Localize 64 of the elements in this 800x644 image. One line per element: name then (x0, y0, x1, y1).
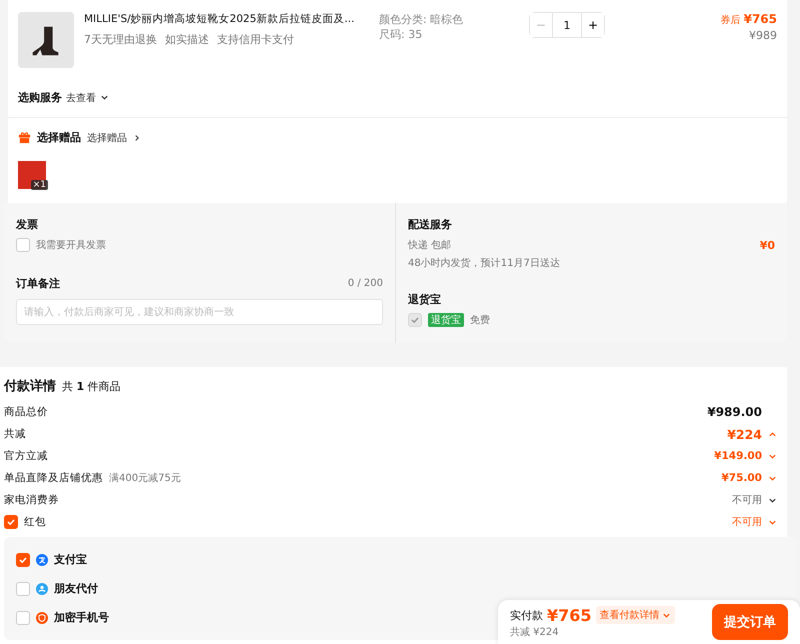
payment-method-name[interactable]: 支付宝 (54, 552, 87, 567)
view-services-link[interactable]: 去查看 (66, 90, 96, 104)
item-count: 共 1 件商品 (62, 379, 121, 394)
invoice-option-label[interactable]: 我需要开具发票 (36, 238, 106, 252)
checkbox[interactable] (16, 552, 30, 566)
delivery-title: 配送服务 (408, 217, 453, 232)
character-counter: 0 / 200 (348, 278, 383, 289)
payment-row-label: 商品总价 (4, 405, 48, 419)
payment-row-label: 家电消费券 (4, 493, 59, 507)
chevron-up-icon[interactable] (768, 430, 777, 438)
payment-row-amount: ¥149.00 (714, 450, 762, 462)
service-label: 选购服务 (18, 90, 62, 105)
checkbox[interactable] (16, 238, 30, 252)
checkmark-icon (410, 315, 420, 325)
order-note-field[interactable]: 请输入，付款后商家可见，建议和商家协商一致 (16, 299, 383, 325)
chevron-down-icon[interactable] (100, 93, 109, 102)
payment-details-title: 付款详情 (4, 378, 56, 395)
checkmark-icon (18, 554, 28, 564)
promotion-note: 满400元减75元 (109, 472, 181, 485)
service-tag: 支持信用卡支付 (217, 32, 294, 47)
total-discount: 共减 ¥224 (510, 626, 560, 638)
payment-row-amount: 不可用 (732, 516, 762, 529)
payment-row-label: 单品直降及店铺优惠 (4, 471, 103, 485)
delivery-method: 快递 包邮 (408, 238, 452, 252)
gift-thumbnail[interactable]: ×1 (18, 161, 46, 189)
return-service-price: 免费 (470, 314, 490, 327)
gift-title: 选择赠品 (37, 130, 81, 145)
product-photo (18, 12, 74, 68)
service-tag: 7天无理由退换 (84, 32, 157, 47)
payment-row-amount: 不可用 (732, 494, 762, 507)
delivery-estimate: 48小时内发货，预计11月7日送达 (408, 256, 561, 270)
checkmark-icon (6, 517, 16, 527)
checkbox[interactable] (16, 610, 30, 624)
product-spec: 颜色分类: 暗棕色 (379, 12, 464, 27)
shield-phone-icon (36, 612, 48, 624)
payment-method-name[interactable]: 加密手机号 (54, 610, 109, 625)
coupon-label: 券后 (720, 15, 741, 26)
payment-row-label: 共减 (4, 427, 26, 441)
discounted-price: ¥765 (744, 12, 777, 26)
payment-method-name[interactable]: 朋友代付 (54, 581, 98, 596)
checkbox[interactable] (16, 582, 30, 596)
delivery-fee: ¥0 (760, 238, 775, 252)
gift-icon (18, 131, 31, 144)
note-title: 订单备注 (16, 276, 60, 291)
friend-pay-icon (36, 582, 48, 594)
gift-count: ×1 (30, 180, 48, 190)
amount-due: ¥765 (547, 606, 592, 624)
service-tag: 如实描述 (165, 32, 209, 47)
checkbox[interactable] (4, 515, 18, 529)
amount-due-label: 实付款 (510, 608, 543, 622)
payment-row-label: 官方立减 (4, 449, 48, 463)
payment-row-amount: ¥989.00 (707, 405, 762, 419)
payment-row-amount: ¥224 (727, 426, 762, 442)
product-title[interactable]: MILLIE'S/妙丽内增高坡短靴女2025新款后拉链皮面及... (84, 12, 374, 26)
return-service-badge: 退货宝 (428, 313, 464, 327)
chevron-right-icon[interactable] (133, 134, 141, 142)
return-service-title: 退货宝 (408, 292, 442, 307)
payment-row-amount: ¥75.00 (721, 472, 762, 484)
original-price: ¥989 (748, 29, 777, 42)
payment-app-icon (36, 554, 48, 566)
product-spec: 尺码: 35 (379, 27, 424, 42)
payment-row-label: 红包 (24, 515, 46, 529)
choose-gift-link[interactable]: 选择赠品 (87, 130, 127, 144)
invoice-title: 发票 (16, 217, 39, 232)
